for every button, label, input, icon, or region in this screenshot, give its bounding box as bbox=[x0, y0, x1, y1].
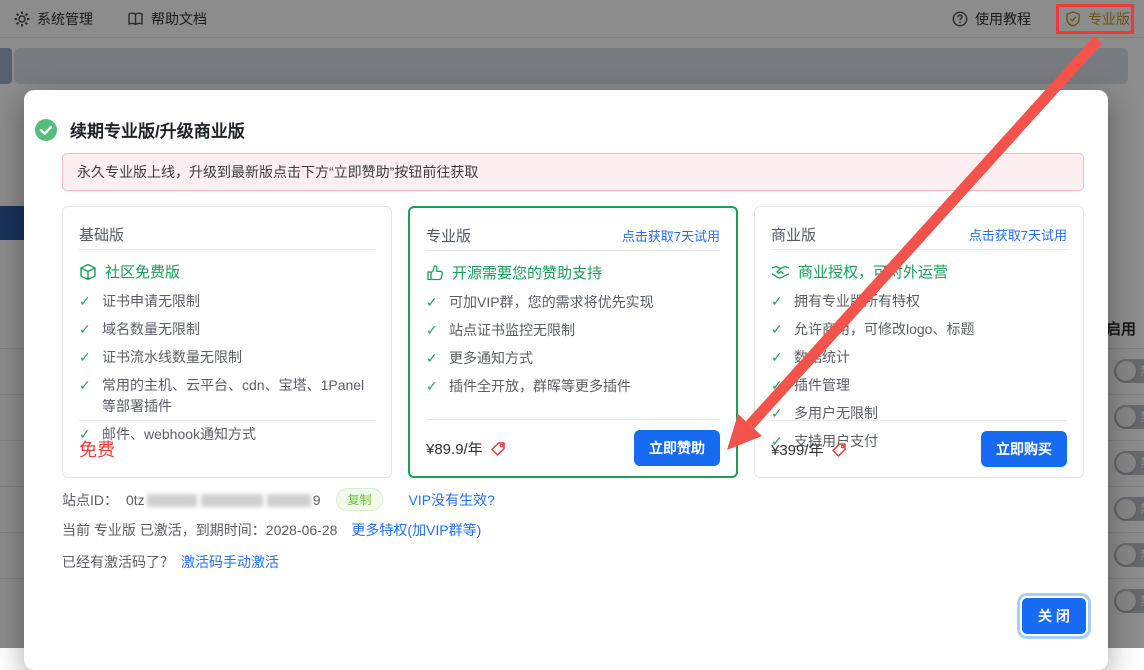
feature-item: ✓ 拥有专业版所有特权 bbox=[771, 291, 1067, 312]
site-id-label: 站点ID： bbox=[62, 490, 118, 510]
more-privileges-link[interactable]: 更多特权(加VIP群等) bbox=[351, 520, 481, 540]
feature-text: 数据统计 bbox=[794, 347, 850, 368]
tag-icon bbox=[831, 441, 848, 458]
feature-text: 允许商用，可修改logo、标题 bbox=[794, 319, 974, 340]
handshake-icon bbox=[771, 264, 790, 280]
feature-text: 证书申请无限制 bbox=[102, 291, 200, 312]
feature-text: 插件全开放，群晖等更多插件 bbox=[449, 376, 631, 397]
vip-not-active-link[interactable]: VIP没有生效? bbox=[409, 490, 495, 510]
feature-text: 拥有专业版所有特权 bbox=[794, 291, 920, 312]
plan-price: ¥89.9/年 bbox=[426, 438, 507, 459]
plan-tagline: 商业授权，可对外运营 bbox=[798, 261, 948, 282]
check-icon: ✓ bbox=[771, 347, 785, 368]
dialog-title: 续期专业版/升级商业版 bbox=[70, 117, 245, 142]
plan-tagline: 开源需要您的赞助支持 bbox=[452, 262, 602, 283]
copy-button[interactable]: 复制 bbox=[336, 488, 382, 511]
feature-text: 站点证书监控无限制 bbox=[449, 320, 575, 341]
check-icon: ✓ bbox=[79, 319, 93, 340]
feature-text: 常用的主机、云平台、cdn、宝塔、1Panel等部署插件 bbox=[102, 375, 375, 417]
feature-item: ✓ 站点证书监控无限制 bbox=[426, 320, 720, 341]
price-text: ¥89.9/年 bbox=[426, 438, 483, 459]
license-status-text: 当前 专业版 已激活，到期时间：2028-06-28 bbox=[62, 520, 337, 540]
thumbs-up-icon bbox=[426, 264, 444, 282]
activation-question-text: 已经有激活码了？ bbox=[62, 552, 174, 572]
feature-item: ✓ 可加VIP群，您的需求将优先实现 bbox=[426, 292, 720, 313]
feature-text: 插件管理 bbox=[794, 375, 850, 396]
check-icon: ✓ bbox=[426, 292, 440, 313]
sponsor-now-button[interactable]: 立即赞助 bbox=[634, 430, 720, 466]
success-check-icon bbox=[34, 118, 58, 142]
plan-name: 基础版 bbox=[79, 224, 124, 245]
feature-item: ✓ 证书流水线数量无限制 bbox=[79, 347, 375, 368]
feature-item: ✓ 数据统计 bbox=[771, 347, 1067, 368]
redacted-block bbox=[267, 494, 311, 507]
plan-card-basic: 基础版 社区免费版 ✓证书申请无限制 ✓域名数量无限制 ✓证书流水线数量无限制 … bbox=[62, 206, 392, 478]
feature-item: ✓ 允许商用，可修改logo、标题 bbox=[771, 319, 1067, 340]
manual-activation-link[interactable]: 激活码手动激活 bbox=[181, 552, 279, 572]
redacted-block bbox=[147, 494, 197, 507]
redacted-block bbox=[201, 494, 263, 507]
feature-item: ✓ 证书申请无限制 bbox=[79, 291, 375, 312]
feature-text: 域名数量无限制 bbox=[102, 319, 200, 340]
upgrade-dialog: 续期专业版/升级商业版 永久专业版上线，升级到最新版点击下方“立即赞助”按钮前往… bbox=[24, 90, 1108, 670]
plan-price: ¥399/年 bbox=[771, 439, 848, 460]
site-id-value: 0tz 9 bbox=[126, 492, 320, 508]
plan-name: 商业版 bbox=[771, 224, 816, 245]
check-icon: ✓ bbox=[426, 376, 440, 397]
plan-price: 免费 bbox=[79, 436, 115, 462]
check-icon: ✓ bbox=[771, 375, 785, 396]
feature-text: 证书流水线数量无限制 bbox=[102, 347, 242, 368]
feature-item: ✓ 域名数量无限制 bbox=[79, 319, 375, 340]
package-icon bbox=[79, 263, 97, 281]
check-icon: ✓ bbox=[426, 320, 440, 341]
plan-card-professional: 专业版 点击获取7天试用 开源需要您的赞助支持 ✓ 可加VIP群，您的需求将优先实… bbox=[408, 206, 738, 478]
check-icon: ✓ bbox=[771, 319, 785, 340]
tag-icon bbox=[490, 440, 507, 457]
trial-link[interactable]: 点击获取7天试用 bbox=[622, 226, 720, 245]
close-button[interactable]: 关 闭 bbox=[1022, 598, 1086, 634]
check-icon: ✓ bbox=[426, 348, 440, 369]
feature-item: ✓ 插件管理 bbox=[771, 375, 1067, 396]
check-icon: ✓ bbox=[79, 291, 93, 312]
plan-name: 专业版 bbox=[426, 225, 471, 246]
feature-item: ✓ 插件全开放，群晖等更多插件 bbox=[426, 376, 720, 397]
site-id-suffix: 9 bbox=[313, 492, 321, 508]
feature-item: ✓ 更多通知方式 bbox=[426, 348, 720, 369]
check-icon: ✓ bbox=[771, 291, 785, 312]
price-text: ¥399/年 bbox=[771, 439, 824, 460]
site-id-row: 站点ID： 0tz 9 复制 VIP没有生效? bbox=[62, 488, 495, 511]
check-icon: ✓ bbox=[79, 347, 93, 368]
trial-link[interactable]: 点击获取7天试用 bbox=[969, 225, 1067, 244]
plan-cards: 基础版 社区免费版 ✓证书申请无限制 ✓域名数量无限制 ✓证书流水线数量无限制 … bbox=[62, 206, 1084, 478]
plan-card-business: 商业版 点击获取7天试用 商业授权，可对外运营 ✓ 拥有专业版所有特权 ✓ 允许商用… bbox=[754, 206, 1084, 478]
promo-notice-banner: 永久专业版上线，升级到最新版点击下方“立即赞助”按钮前往获取 bbox=[62, 153, 1084, 191]
buy-now-button[interactable]: 立即购买 bbox=[981, 431, 1067, 467]
highlight-box-annotation bbox=[1056, 4, 1134, 34]
feature-text: 更多通知方式 bbox=[449, 348, 533, 369]
check-icon: ✓ bbox=[79, 375, 93, 417]
license-status-row: 当前 专业版 已激活，到期时间：2028-06-28 更多特权(加VIP群等) bbox=[62, 520, 481, 540]
activation-row: 已经有激活码了？ 激活码手动激活 bbox=[62, 552, 279, 572]
plan-tagline: 社区免费版 bbox=[105, 261, 180, 282]
promo-notice-text: 永久专业版上线，升级到最新版点击下方“立即赞助”按钮前往获取 bbox=[77, 162, 478, 182]
feature-item: ✓常用的主机、云平台、cdn、宝塔、1Panel等部署插件 bbox=[79, 375, 375, 417]
feature-text: 可加VIP群，您的需求将优先实现 bbox=[449, 292, 654, 313]
site-id-prefix: 0tz bbox=[126, 492, 145, 508]
